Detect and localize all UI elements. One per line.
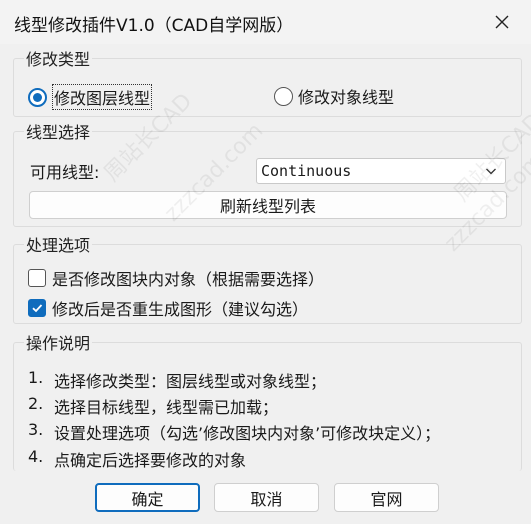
checkbox-unchecked-icon — [28, 269, 46, 287]
close-icon — [495, 15, 509, 29]
step-text: 选择目标线型，线型需已加载； — [54, 398, 279, 417]
step-text: 点确定后选择要修改的对象 — [54, 451, 247, 470]
step-text: 选择修改类型：图层线型或对象线型； — [54, 372, 327, 391]
checkbox-modify-blocks[interactable]: 是否修改图块内对象（根据需要选择） — [28, 266, 324, 290]
radio-checked-icon — [28, 87, 47, 107]
step-number: 3. — [28, 420, 44, 439]
radio-modify-object-label: 修改对象线型 — [298, 88, 395, 107]
instruction-step: 2. 选择目标线型，线型需已加载； — [28, 394, 278, 418]
cancel-button[interactable]: 取消 — [214, 483, 319, 512]
step-number: 4. — [28, 447, 44, 466]
checkbox-modify-blocks-label: 是否修改图块内对象（根据需要选择） — [52, 270, 325, 289]
checkbox-regen-label: 修改后是否重生成图形（建议勾选） — [52, 300, 309, 319]
available-linetype-label: 可用线型: — [30, 163, 100, 182]
processing-title: 处理选项 — [24, 232, 93, 256]
instructions-title: 操作说明 — [24, 330, 93, 354]
instruction-step: 1. 选择修改类型：图层线型或对象线型； — [28, 368, 326, 392]
refresh-linetype-button[interactable]: 刷新线型列表 — [29, 191, 507, 219]
instruction-step: 3. 设置处理选项（勾选’修改图块内对象’可修改块定义）； — [28, 420, 440, 444]
modify-type-title: 修改类型 — [24, 46, 93, 70]
step-text: 设置处理选项（勾选’修改图块内对象’可修改块定义）； — [54, 424, 441, 443]
step-number: 2. — [28, 394, 44, 413]
chevron-down-icon — [486, 168, 496, 175]
checkbox-regen[interactable]: 修改后是否重生成图形（建议勾选） — [28, 296, 308, 320]
radio-modify-layer-label: 修改图层线型 — [52, 84, 153, 110]
title-bar: 线型修改插件V1.0（CAD自学网版） — [0, 0, 531, 44]
close-button[interactable] — [485, 6, 519, 38]
instruction-step: 4. 点确定后选择要修改的对象 — [28, 447, 246, 471]
linetype-select[interactable]: Continuous — [256, 158, 506, 184]
linetype-title: 线型选择 — [24, 119, 93, 143]
radio-modify-layer[interactable]: 修改图层线型 — [28, 84, 153, 110]
window-title: 线型修改插件V1.0（CAD自学网版） — [14, 16, 294, 36]
website-button[interactable]: 官网 — [334, 483, 439, 512]
step-number: 1. — [28, 368, 44, 387]
radio-unchecked-icon — [274, 86, 293, 106]
linetype-select-value: Continuous — [261, 162, 352, 180]
ok-button[interactable]: 确定 — [95, 483, 200, 512]
checkmark-icon — [28, 299, 46, 317]
radio-modify-object[interactable]: 修改对象线型 — [274, 84, 394, 108]
